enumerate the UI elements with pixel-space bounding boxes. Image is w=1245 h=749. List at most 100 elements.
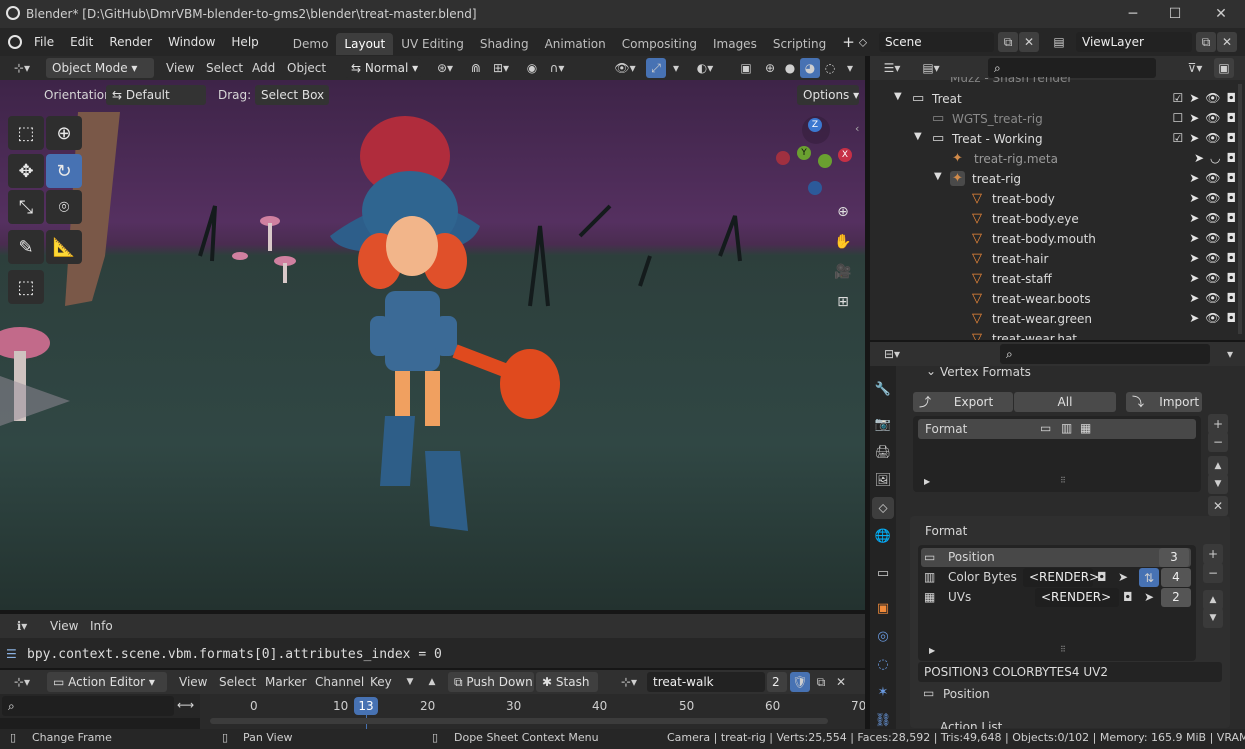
menu-help[interactable]: Help	[223, 35, 266, 49]
row-visibility-controls[interactable]: ➤ 👁 ◘	[1189, 231, 1236, 245]
snap-icon[interactable]: ⋒	[466, 58, 486, 78]
shading-dropdown-icon[interactable]: ▾	[840, 58, 860, 78]
proportional-edit-icon[interactable]: ◉	[522, 58, 542, 78]
new-view-layer-icon[interactable]: ⧉	[1196, 32, 1216, 52]
properties-search-field[interactable]: ⌕	[1000, 344, 1210, 364]
row-visibility-controls[interactable]: ➤ ◡ ◘	[1194, 151, 1236, 165]
constraints-tab-icon[interactable]: ⛓	[872, 709, 894, 731]
push-down-button[interactable]: ⧉ Push Down	[448, 672, 534, 692]
new-collection-icon[interactable]: ▣	[1214, 58, 1234, 78]
tab-animation[interactable]: Animation	[537, 33, 614, 55]
list-expand-icon[interactable]: ▶	[924, 477, 930, 486]
info-editor-type-icon[interactable]: ℹ▾	[6, 616, 38, 636]
world-tab-icon[interactable]: 🌐	[872, 525, 894, 547]
move-attribute-up-icon[interactable]: ▲	[1203, 590, 1223, 610]
dopesheet-editor-type-icon[interactable]: ⊹▾	[6, 672, 38, 692]
area-divider[interactable]	[870, 340, 1245, 342]
action-browse-icon[interactable]: ⊹▾	[614, 672, 644, 692]
action-name-field[interactable]: treat-walk	[647, 672, 765, 692]
new-action-icon[interactable]: ⧉	[811, 672, 831, 692]
axis-y-icon[interactable]: Y	[797, 146, 811, 160]
mode-select[interactable]: Object Mode ▾	[46, 58, 154, 78]
area-divider[interactable]	[0, 668, 865, 670]
outliner-row-mesh[interactable]: ▽ treat-wear.green ➤ 👁 ◘	[870, 309, 1240, 329]
zoom-icon[interactable]: ⊕	[830, 199, 856, 225]
outliner-editor-type-icon[interactable]: ☰▾	[876, 58, 908, 78]
view-menu[interactable]: View	[166, 61, 194, 75]
expand-icon[interactable]: ▼	[914, 131, 922, 142]
editor-type-icon[interactable]: ⊹▾	[6, 58, 38, 78]
move-attribute-down-icon[interactable]: ▼	[1203, 608, 1223, 628]
expand-icon[interactable]: ▼	[894, 91, 902, 102]
tab-scripting[interactable]: Scripting	[765, 33, 834, 55]
attribute-row-color[interactable]: ▥ Color Bytes (... <RENDER> ◘ ➤ ⇅ 4	[921, 568, 1191, 587]
add-cube-tool[interactable]: ⬚	[8, 270, 44, 304]
ds-channel-menu[interactable]: Channel	[315, 675, 364, 689]
outliner-search-field[interactable]: ⌕	[988, 58, 1156, 78]
outliner-row-treat-rig[interactable]: ▼ ✦ treat-rig ➤ 👁 ◘	[870, 169, 1240, 189]
physics-tab-icon[interactable]: ✶	[872, 681, 894, 703]
info-view-menu[interactable]: View	[50, 619, 78, 633]
close-format-icon[interactable]: ✕	[1208, 496, 1228, 516]
attribute-render-field[interactable]: <RENDER>	[1023, 568, 1099, 587]
output-tab-icon[interactable]: 🖨	[872, 441, 894, 463]
pan-hand-icon[interactable]: ✋	[830, 229, 856, 255]
object-menu[interactable]: Object	[287, 61, 326, 75]
cursor-tool[interactable]: ⊕	[46, 116, 82, 150]
visibility-icon[interactable]: 👁▾	[610, 58, 640, 78]
falloff-icon[interactable]: ∩▾	[543, 58, 571, 78]
gizmo-icon[interactable]: ⤢	[646, 58, 666, 78]
menu-file[interactable]: File	[26, 35, 62, 49]
row-visibility-controls[interactable]: ➤ 👁 ◘	[1189, 311, 1236, 325]
object-tab-icon[interactable]: ▣	[872, 597, 894, 619]
move-format-down-icon[interactable]: ▼	[1208, 474, 1228, 494]
attribute-row-uv[interactable]: ▦ UVs <RENDER> ◘ ➤ 2	[921, 588, 1191, 607]
attribute-count[interactable]: 2	[1161, 588, 1191, 607]
ds-key-menu[interactable]: Key	[370, 675, 392, 689]
row-visibility-controls[interactable]: ➤ 👁 ◘	[1189, 191, 1236, 205]
scene-field[interactable]: Scene	[879, 32, 994, 52]
tab-uv-editing[interactable]: UV Editing	[393, 33, 472, 55]
area-divider[interactable]	[0, 610, 865, 614]
select-box-tool[interactable]: ⬚	[8, 116, 44, 150]
unlink-action-icon[interactable]: ✕	[831, 672, 851, 692]
delete-scene-icon[interactable]: ✕	[1019, 32, 1039, 52]
format-code-field[interactable]: POSITION3 COLORBYTES4 UV2	[918, 662, 1222, 682]
axis-x-icon[interactable]: X	[838, 148, 852, 162]
import-button[interactable]: ⤵ Import	[1126, 392, 1202, 412]
outliner-row-mesh[interactable]: ▽ treat-staff ➤ 👁 ◘	[870, 269, 1240, 289]
select-icon[interactable]: ➤	[1144, 590, 1154, 604]
attribute-count[interactable]: 3	[1159, 548, 1189, 567]
particles-tab-icon[interactable]: ◌	[872, 653, 894, 675]
properties-options-icon[interactable]: ▾	[1220, 344, 1240, 364]
outliner-row-wgts[interactable]: ▭ WGTS_treat-rig ☐ ➤ 👁 ◘	[870, 109, 1240, 129]
add-menu[interactable]: Add	[252, 61, 275, 75]
row-visibility-controls[interactable]: ☑ ➤ 👁 ◘	[1172, 91, 1236, 105]
view-layer-icon[interactable]: ▤	[1045, 32, 1073, 52]
ds-select-menu[interactable]: Select	[219, 675, 256, 689]
row-visibility-controls[interactable]: ➤ 👁 ◘	[1189, 251, 1236, 265]
expand-icon[interactable]: ▼	[934, 171, 942, 182]
ds-view-menu[interactable]: View	[179, 675, 207, 689]
minimize-button[interactable]: ─	[1110, 0, 1156, 28]
scene-tab-icon[interactable]: ⬦	[872, 497, 894, 519]
material-shading-icon[interactable]: ◕	[800, 58, 820, 78]
normalize-toggle-icon[interactable]: ⇅	[1139, 568, 1159, 587]
scene-icon[interactable]: ⬦	[850, 32, 876, 52]
outliner-row-mesh[interactable]: ▽ treat-body.eye ➤ 👁 ◘	[870, 209, 1240, 229]
render-tab-icon[interactable]: 📷	[872, 413, 894, 435]
menu-render[interactable]: Render	[101, 35, 160, 49]
remove-format-icon[interactable]: −	[1208, 432, 1228, 452]
move-format-up-icon[interactable]: ▲	[1208, 456, 1228, 476]
blender-menu-icon[interactable]	[8, 35, 22, 49]
stash-button[interactable]: ✱ Stash	[536, 672, 598, 692]
row-visibility-controls[interactable]: ➤ 👁 ◘	[1189, 291, 1236, 305]
outliner-row-mesh[interactable]: ▽ treat-body.mouth ➤ 👁 ◘	[870, 229, 1240, 249]
options-button[interactable]: Options ▾	[797, 85, 859, 105]
snap-target-icon[interactable]: ⊞▾	[486, 58, 516, 78]
axis-z-icon[interactable]: Z	[808, 118, 822, 132]
add-format-icon[interactable]: +	[1208, 414, 1228, 434]
attr-list-resize-handle-icon[interactable]: ⠿	[1060, 645, 1066, 654]
rotate-tool[interactable]: ↻	[46, 154, 82, 188]
tool-tab-icon[interactable]: 🔧	[872, 378, 894, 400]
